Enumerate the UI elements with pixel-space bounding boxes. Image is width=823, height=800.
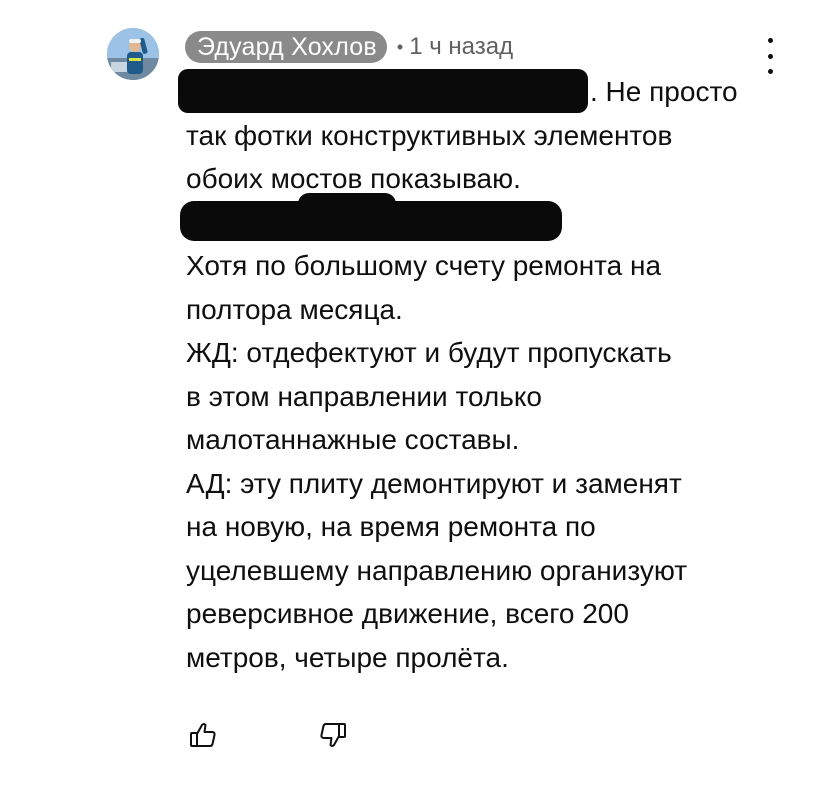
comment-header: Эдуард Хохлов • 1 ч назад: [185, 31, 513, 63]
dislike-button[interactable]: [316, 718, 350, 752]
comment-line: Хотя по большому счету ремонта на: [186, 250, 662, 281]
redaction-bar: [178, 68, 588, 113]
thumb-up-icon: [190, 723, 216, 747]
comment-line: так фотки конструктивных элементов: [186, 119, 673, 151]
comment-line: обоих мостов показываю.: [186, 163, 521, 194]
comment-line: АД: эту плиту демонтируют и заменят: [186, 467, 682, 499]
comment-line: полтора месяца.: [186, 293, 403, 325]
thumb-down-icon: [320, 723, 346, 747]
comment-line: [180, 193, 786, 245]
comment-line: в этом направлении только: [186, 380, 542, 412]
comment-line: ЖД: отдефектуют и будут пропускать: [186, 337, 672, 368]
comment-line: метров, четыре пролёта.: [186, 641, 509, 673]
comment-line: уцелевшему направлению организуют: [186, 554, 688, 586]
more-vertical-icon[interactable]: [755, 38, 785, 74]
like-button[interactable]: [186, 718, 220, 752]
comment-line: . Не просто: [178, 68, 786, 114]
author-name[interactable]: Эдуард Хохлов: [185, 31, 387, 63]
author-avatar[interactable]: [107, 28, 159, 80]
comment-timestamp[interactable]: 1 ч назад: [409, 33, 513, 61]
comment-actions: [186, 718, 350, 752]
redaction-bar: [180, 193, 562, 242]
meta-separator: •: [396, 36, 404, 57]
comment-line: реверсивное движение, всего 200: [186, 598, 629, 629]
comment-line: на новую, на время ремонта по: [186, 511, 596, 542]
comment-text: . Не просто так фотки конструктивных эле…: [178, 68, 786, 679]
comment-line: малотаннажные составы.: [186, 424, 520, 455]
